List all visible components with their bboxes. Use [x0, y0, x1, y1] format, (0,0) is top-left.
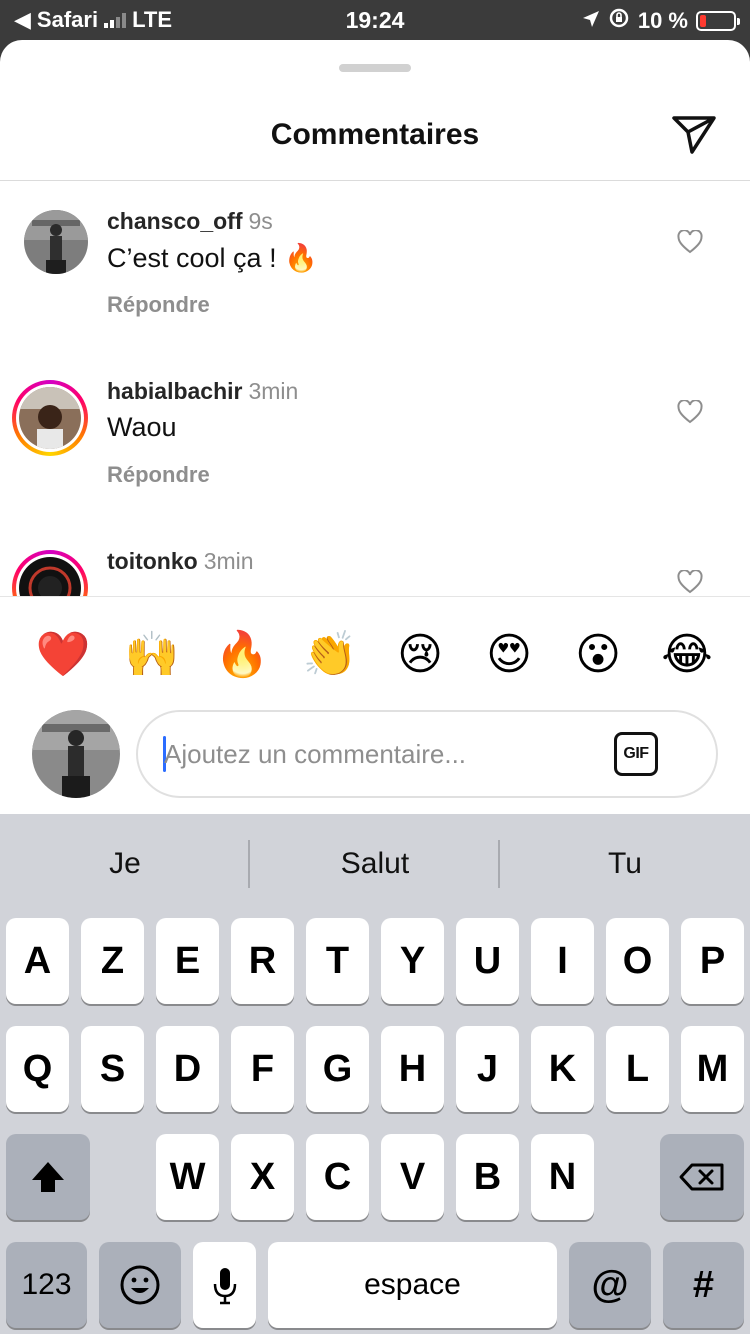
sheet-grabber[interactable]: [339, 64, 411, 72]
key-e[interactable]: E: [156, 918, 219, 1004]
key-d[interactable]: D: [156, 1026, 219, 1112]
comment-username[interactable]: toitonko 3min: [107, 548, 254, 575]
battery-icon: [696, 11, 740, 31]
dictation-key[interactable]: [193, 1242, 256, 1328]
key-n[interactable]: N: [531, 1134, 594, 1220]
comment-text: Waou: [107, 412, 177, 442]
paper-plane-icon[interactable]: [670, 112, 718, 156]
comment-input-container[interactable]: GIF: [136, 710, 718, 798]
page-title: Commentaires: [270, 118, 480, 151]
space-key[interactable]: espace: [268, 1242, 557, 1328]
status-right: 10 %: [582, 7, 740, 35]
key-w[interactable]: W: [156, 1134, 219, 1220]
reaction-emoji-heart[interactable]: ❤️: [33, 627, 93, 683]
battery-percent: 10 %: [637, 8, 688, 33]
at-key[interactable]: @: [569, 1242, 651, 1328]
key-o[interactable]: O: [606, 918, 669, 1004]
key-l[interactable]: L: [606, 1026, 669, 1112]
reaction-emoji-surprised[interactable]: 😮: [568, 627, 628, 683]
header-divider: [0, 180, 750, 181]
keyboard: Je Salut Tu A Z E R T Y U I O P Q S D F …: [0, 814, 750, 1334]
my-avatar: [32, 710, 120, 798]
comment-text: C’est cool ça ! 🔥: [107, 243, 318, 273]
microphone-icon: [213, 1268, 236, 1305]
reaction-emoji-raised-hands[interactable]: 🙌: [122, 627, 182, 683]
key-i[interactable]: I: [531, 918, 594, 1004]
heart-icon[interactable]: [677, 230, 703, 254]
avatar[interactable]: [12, 380, 88, 456]
shift-key[interactable]: [6, 1134, 90, 1220]
suggestion-2[interactable]: Salut: [250, 814, 500, 914]
key-r[interactable]: R: [231, 918, 294, 1004]
key-g[interactable]: G: [306, 1026, 369, 1112]
reaction-emoji-laughing[interactable]: 😂: [657, 627, 717, 683]
heart-icon[interactable]: [677, 400, 703, 424]
gif-button[interactable]: GIF: [614, 732, 658, 776]
key-z[interactable]: Z: [81, 918, 144, 1004]
key-b[interactable]: B: [456, 1134, 519, 1220]
avatar[interactable]: [24, 210, 88, 274]
key-q[interactable]: Q: [6, 1026, 69, 1112]
heart-icon[interactable]: [677, 570, 703, 594]
backspace-icon: [679, 1163, 724, 1191]
comment-username[interactable]: habialbachir 3min: [107, 378, 298, 405]
key-y[interactable]: Y: [381, 918, 444, 1004]
comment-time: 9s: [248, 208, 273, 234]
comment-time: 3min: [248, 378, 299, 404]
backspace-key[interactable]: [660, 1134, 744, 1220]
reaction-emoji-fire[interactable]: 🔥: [212, 627, 272, 683]
key-j[interactable]: J: [456, 1026, 519, 1112]
reaction-emoji-clap[interactable]: 👏: [300, 627, 360, 683]
key-h[interactable]: H: [381, 1026, 444, 1112]
key-a[interactable]: A: [6, 918, 69, 1004]
key-t[interactable]: T: [306, 918, 369, 1004]
rotation-lock-icon: [608, 7, 630, 35]
comment-item: chansco_off 9s C’est cool ça ! 🔥 Répondre: [0, 208, 750, 378]
status-bar: ◀ Safari LTE 19:24 10 %: [0, 0, 750, 40]
numbers-key[interactable]: 123: [6, 1242, 87, 1328]
emoji-key[interactable]: [99, 1242, 181, 1328]
hash-key[interactable]: #: [663, 1242, 744, 1328]
key-x[interactable]: X: [231, 1134, 294, 1220]
comment-time: 3min: [203, 548, 254, 574]
key-c[interactable]: C: [306, 1134, 369, 1220]
key-f[interactable]: F: [231, 1026, 294, 1112]
reaction-emoji-heart-eyes[interactable]: 😍: [479, 627, 539, 683]
reaction-emoji-crying[interactable]: 😢: [390, 627, 450, 683]
reply-button[interactable]: Répondre: [107, 462, 210, 488]
key-p[interactable]: P: [681, 918, 744, 1004]
comments-sheet: Commentaires chansco_off 9s C’est cool ça…: [0, 40, 750, 814]
suggestion-1[interactable]: Je: [0, 814, 250, 914]
key-u[interactable]: U: [456, 918, 519, 1004]
shift-arrow-icon: [32, 1162, 64, 1192]
key-s[interactable]: S: [81, 1026, 144, 1112]
suggestion-3[interactable]: Tu: [500, 814, 750, 914]
comment-item: habialbachir 3min Waou Répondre: [0, 378, 750, 548]
key-v[interactable]: V: [381, 1134, 444, 1220]
comment-username[interactable]: chansco_off 9s: [107, 208, 273, 235]
key-k[interactable]: K: [531, 1026, 594, 1112]
reply-button[interactable]: Répondre: [107, 292, 210, 318]
emoji-face-icon: [120, 1265, 160, 1305]
key-m[interactable]: M: [681, 1026, 744, 1112]
location-arrow-icon: [582, 8, 600, 34]
quick-reactions-bar: ❤️ 🙌 🔥 👏 😢 😍 😮 😂: [0, 596, 750, 706]
comment-input[interactable]: [164, 732, 584, 776]
